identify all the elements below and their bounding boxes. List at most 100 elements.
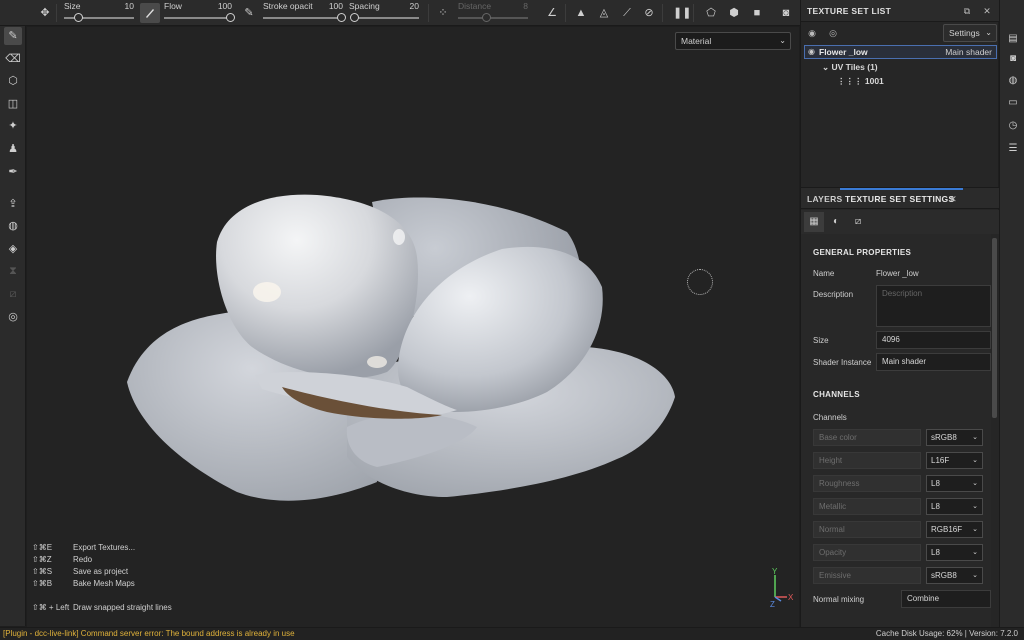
smudge-icon[interactable]: ✦ (4, 117, 22, 135)
settings-dropdown[interactable]: Settings ⌄ (943, 24, 997, 42)
geometry-mask-icon[interactable]: ◫ (4, 95, 22, 113)
spacing-track[interactable] (351, 17, 419, 19)
scrollbar-thumb[interactable] (992, 238, 997, 418)
size-field[interactable]: 4096 (876, 331, 991, 349)
properties-icon[interactable]: ◙ (1006, 52, 1020, 66)
flow-knob[interactable] (225, 13, 235, 22)
spacing-value[interactable]: 20 (387, 1, 419, 11)
toolbar-divider (565, 4, 566, 22)
channel-format-select[interactable]: sRGB8 ⌄ (926, 429, 983, 446)
projection-icon[interactable]: ⬡ (4, 72, 22, 90)
uv-tile-row[interactable]: ⋮⋮⋮ 1001 (837, 76, 884, 87)
measure-icon[interactable]: ◎ (4, 308, 22, 326)
display-icon[interactable]: ▭ (1006, 96, 1020, 110)
toolbar-divider (662, 4, 663, 22)
close-icon[interactable]: ✕ (981, 5, 993, 17)
flow-slider[interactable]: Flow 100 (164, 0, 236, 26)
environment-icon[interactable]: ◍ (1006, 74, 1020, 88)
size-value[interactable]: 10 (102, 1, 134, 11)
name-value: Flower _low (876, 269, 919, 278)
toolbar-divider (56, 4, 57, 22)
material-ball-icon[interactable]: ◍ (4, 217, 22, 235)
symmetry-icon[interactable]: ✥ (38, 6, 52, 20)
channel-format-select[interactable]: L8 ⌄ (926, 544, 983, 561)
shader-instance-field[interactable]: Main shader (876, 353, 991, 371)
texture-set-shader[interactable]: Main shader (945, 46, 992, 58)
shortcut-keys: ⇧⌘B (32, 579, 53, 588)
texture-set-row[interactable]: ◉ Flower _low Main shader (804, 45, 997, 59)
display-settings-icon[interactable]: ⧄ (848, 212, 868, 232)
tab-texture-set-settings[interactable]: TEXTURE SET SETTINGS (840, 188, 963, 209)
stroke-opacity-track[interactable] (263, 17, 341, 19)
uv-tiles-label: UV Tiles (1) (831, 62, 878, 72)
settings-scrollbar[interactable] (991, 234, 999, 627)
channel-roughness[interactable]: Roughness (813, 475, 921, 492)
camera-frame-icon[interactable]: ⬠ (704, 6, 718, 20)
stroke-opacity-slider[interactable]: Stroke opacit 100 (263, 0, 346, 26)
spacing-slider[interactable]: Spacing 20 (349, 0, 421, 26)
channel-normal[interactable]: Normal (813, 521, 921, 538)
paint-brush-icon[interactable]: ✎ (4, 27, 22, 45)
angle-icon[interactable]: ∠ (545, 6, 559, 20)
polygon-fill-icon[interactable]: ◈ (4, 240, 22, 258)
right-panel: TEXTURE SET LIST ⧉ ✕ ◉ ◎ Settings ⌄ ◉ Fl… (800, 0, 999, 627)
channel-format-select[interactable]: RGB16F ⌄ (926, 521, 983, 538)
grid-icon: ⋮⋮⋮ (837, 76, 863, 86)
channel-format-select[interactable]: L8 ⌄ (926, 475, 983, 492)
channel-metallic[interactable]: Metallic (813, 498, 921, 515)
color-picker-icon[interactable]: ✒ (4, 163, 22, 181)
screenshot-icon[interactable]: ◙ (779, 6, 793, 20)
channel-height[interactable]: Height (813, 452, 921, 469)
close-tab-icon[interactable]: ✕ (947, 193, 959, 205)
tangent-icon[interactable]: ⟋ (620, 6, 634, 20)
size-slider[interactable]: Size 10 (62, 0, 136, 26)
pause-icon[interactable]: ❚❚ (673, 6, 691, 20)
channel-format: sRGB8 (931, 433, 957, 442)
channel-format-select[interactable]: sRGB8 ⌄ (926, 567, 983, 584)
brush-alignment-button[interactable] (140, 3, 160, 23)
undock-icon[interactable]: ⧉ (961, 5, 973, 17)
channel-opacity[interactable]: Opacity (813, 544, 921, 561)
eraser-icon[interactable]: ⌫ (4, 50, 22, 68)
channel-emissive[interactable]: Emissive (813, 567, 921, 584)
normal-mixing-field[interactable]: Combine (901, 590, 991, 608)
flow-track[interactable] (164, 17, 230, 19)
size-knob[interactable] (73, 13, 83, 22)
brush-icon[interactable]: ✎ (242, 6, 256, 20)
solo-icon[interactable]: ◎ (827, 27, 839, 39)
history-icon[interactable]: ◷ (1006, 119, 1020, 133)
layers-icon[interactable]: ▤ (1006, 32, 1020, 46)
symmetry-axis-icon[interactable]: ◬ (597, 6, 611, 20)
channel-format-select[interactable]: L8 ⌄ (926, 498, 983, 515)
hide-icon[interactable]: ⊘ (642, 6, 656, 20)
chevron-down-icon: ⌄ (972, 549, 978, 556)
channel-base-color[interactable]: Base color (813, 429, 921, 446)
chevron-down-icon[interactable]: ⌄ (822, 62, 829, 72)
lazy-mouse-icon[interactable]: ⁘ (436, 6, 450, 20)
general-properties-title: GENERAL PROPERTIES (813, 248, 912, 257)
bake-icon[interactable]: ⇪ (4, 195, 22, 213)
eye-icon[interactable]: ◉ (808, 46, 815, 58)
log-icon[interactable]: ☰ (1006, 142, 1020, 156)
clone-stamp-icon[interactable]: ♟ (4, 140, 22, 158)
shader-settings-icon[interactable]: ◐ (826, 212, 846, 232)
flower-mesh[interactable] (27, 27, 799, 627)
mirror-icon[interactable]: ▲ (574, 6, 588, 20)
stroke-opacity-value[interactable]: 100 (311, 1, 343, 11)
video-icon[interactable]: ■ (750, 6, 764, 20)
stroke-opacity-knob[interactable] (336, 13, 346, 22)
spacing-knob[interactable] (349, 13, 359, 22)
flow-value[interactable]: 100 (200, 1, 232, 11)
channel-format: L8 (931, 479, 940, 488)
shortcut-action: Export Textures... (73, 543, 136, 552)
tab-layers[interactable]: LAYERS (807, 188, 843, 209)
description-field[interactable]: Description (876, 285, 991, 327)
channel-format-select[interactable]: L16F ⌄ (926, 452, 983, 469)
material-mode-select[interactable]: Material ⌄ (675, 32, 791, 50)
texture-set-settings-icon[interactable]: ▦ (804, 212, 824, 232)
3d-viewport[interactable]: Material ⌄ ⇧⌘E Export Textures... ⇧⌘Z Re… (27, 27, 799, 627)
texture-set-list-header: TEXTURE SET LIST ⧉ ✕ (801, 0, 999, 22)
cube-icon[interactable]: ⬢ (727, 6, 741, 20)
visibility-icon[interactable]: ◉ (806, 27, 818, 39)
uv-tiles-row[interactable]: ⌄ UV Tiles (1) (822, 62, 878, 73)
